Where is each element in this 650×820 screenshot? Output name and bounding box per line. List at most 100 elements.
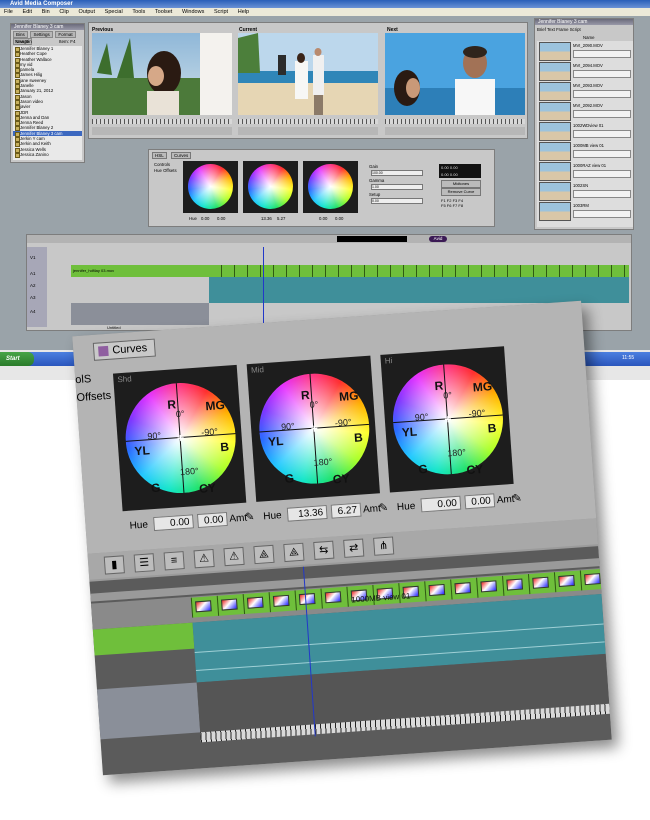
amount-value-field[interactable]: 6.27: [330, 502, 362, 519]
tab-hsl[interactable]: HSL: [152, 152, 167, 159]
menu-edit[interactable]: Edit: [23, 9, 32, 15]
splice-icon[interactable]: ⇆: [313, 540, 335, 560]
zoom-video-clip[interactable]: [242, 592, 271, 615]
clip-row[interactable]: MVI_2093.MOV: [537, 81, 633, 101]
clip-row[interactable]: 1002WDview 01: [537, 121, 633, 141]
playhead[interactable]: [263, 247, 264, 327]
clip-comment-field[interactable]: [573, 110, 631, 118]
wheel-crosshair-icon[interactable]: +: [443, 412, 454, 426]
zoom-video-clip[interactable]: [579, 568, 608, 591]
gain-slider[interactable]: 100.00: [371, 170, 423, 176]
wheel-crosshair-icon[interactable]: +: [175, 431, 186, 445]
trim-left-icon[interactable]: ⟁: [253, 544, 275, 565]
eyedropper-icon[interactable]: ✎: [245, 510, 255, 525]
timeline-toolbar[interactable]: [27, 235, 631, 243]
zoom-video-clip[interactable]: [190, 595, 219, 618]
menu-output[interactable]: Output: [78, 9, 95, 15]
clip-comment-field[interactable]: [573, 170, 631, 178]
menu-tools[interactable]: Tools: [132, 9, 145, 15]
zoom-color-wheel[interactable]: R MG YL B G CY 0° -90° 90° 180° +: [121, 379, 240, 497]
start-button[interactable]: Start: [0, 352, 34, 366]
small-shadow-color-wheel[interactable]: [188, 164, 233, 209]
cc-btn-f7[interactable]: F7: [453, 203, 458, 208]
hue-value-field[interactable]: 0.00: [153, 514, 194, 532]
clip-row[interactable]: 1002SN: [537, 181, 633, 201]
small-hi-color-wheel[interactable]: [308, 164, 353, 209]
segment-icon[interactable]: ⋔: [373, 536, 395, 556]
bin-item[interactable]: Jessica Zanino: [13, 152, 82, 159]
cc-hue-offsets[interactable]: Hue Offsets: [154, 168, 177, 173]
setup-slider[interactable]: 0.00: [371, 198, 423, 204]
tab-brief[interactable]: Brief: [537, 27, 546, 32]
zoom-video-clip[interactable]: [294, 588, 322, 611]
menu-file[interactable]: File: [4, 9, 13, 15]
monitor-current[interactable]: [238, 33, 378, 115]
cc-val-1[interactable]: 0.00: [201, 216, 209, 221]
zoom-video-clip[interactable]: [216, 594, 245, 616]
zoom-video-clip[interactable]: [476, 575, 504, 598]
tab-text[interactable]: Text: [547, 27, 555, 32]
menu-clip[interactable]: Clip: [59, 9, 68, 15]
list-icon[interactable]: ≡: [163, 551, 185, 571]
zoom-video-clip[interactable]: [502, 574, 530, 596]
menu-special[interactable]: Special: [105, 9, 123, 15]
tab-frame[interactable]: Frame: [556, 27, 568, 32]
gamma-slider[interactable]: 1.00: [371, 184, 423, 190]
tab-bins[interactable]: Bins: [13, 31, 28, 38]
pause-icon[interactable]: ▮: [103, 555, 125, 575]
clip-row[interactable]: 1003RM: [537, 201, 633, 221]
zoom-color-wheel[interactable]: R MG YL B G CY 0° -90° 90° 180° +: [255, 369, 374, 488]
menu-bin[interactable]: Bin: [42, 9, 50, 15]
track-a3[interactable]: A3: [30, 295, 36, 300]
clip-comment-field[interactable]: [573, 70, 631, 78]
previous-transport-controls[interactable]: [92, 127, 232, 135]
tab-curves[interactable]: Curves: [171, 152, 192, 159]
track-icon[interactable]: ☰: [133, 553, 155, 573]
tab-format[interactable]: Format: [55, 31, 76, 38]
track-a4[interactable]: A4: [30, 309, 36, 314]
overwrite-icon[interactable]: ⇄: [343, 538, 365, 558]
monitor-next[interactable]: [385, 33, 525, 115]
midtones-button[interactable]: Midtones: [441, 180, 481, 188]
current-position-bar[interactable]: [238, 119, 378, 124]
zoom-video-clip[interactable]: [268, 590, 296, 613]
menu-script[interactable]: Script: [214, 9, 228, 15]
trim-right-icon[interactable]: ⟁: [283, 542, 305, 563]
cc-val-4[interactable]: 5.27: [277, 216, 285, 221]
audio-track-clips[interactable]: [209, 277, 629, 303]
lift-icon[interactable]: ⚠: [193, 548, 215, 569]
menu-help[interactable]: Help: [238, 9, 249, 15]
zoom-video-clip[interactable]: [424, 579, 452, 602]
tab-script[interactable]: Script: [570, 27, 581, 32]
previous-position-bar[interactable]: [92, 119, 232, 124]
zoom-video-clip[interactable]: [553, 570, 582, 593]
cc-btn-f6[interactable]: F6: [447, 203, 452, 208]
eyedropper-icon[interactable]: ✎: [379, 501, 389, 516]
clip-comment-field[interactable]: [573, 150, 631, 158]
small-mid-color-wheel[interactable]: [248, 164, 293, 209]
clip-comment-field[interactable]: [573, 50, 631, 58]
video-clip[interactable]: jennifer_hdfilay 03.mov: [71, 265, 209, 277]
menu-windows[interactable]: Windows: [182, 9, 204, 15]
hue-value-field[interactable]: 0.00: [420, 495, 462, 513]
clip-comment-field[interactable]: [573, 90, 631, 98]
next-position-bar[interactable]: [385, 119, 525, 124]
tab-settings[interactable]: Settings: [30, 31, 53, 38]
clip-row[interactable]: MVI_2094.MOV: [537, 61, 633, 81]
clip-comment-field[interactable]: [573, 190, 631, 198]
hue-value-field[interactable]: 13.36: [286, 504, 328, 522]
monitor-previous[interactable]: [92, 33, 232, 115]
track-v1[interactable]: V1: [30, 255, 36, 260]
remove-curve-button[interactable]: Remove Curve: [441, 188, 481, 196]
track-a2[interactable]: A2: [30, 283, 36, 288]
clip-comment-field[interactable]: [573, 210, 631, 218]
amount-value-field[interactable]: 0.00: [464, 493, 496, 510]
zoom-side-tab-2[interactable]: Offsets: [76, 390, 111, 404]
cc-val-5[interactable]: 0.00: [319, 216, 327, 221]
clip-row[interactable]: MVI_2092.MOV: [537, 101, 633, 121]
menu-toolset[interactable]: Toolset: [155, 9, 172, 15]
extract-icon[interactable]: ⚠: [223, 546, 245, 567]
clip-comment-field[interactable]: [573, 130, 631, 138]
cc-btn-f8[interactable]: F8: [458, 203, 463, 208]
wheel-crosshair-icon[interactable]: +: [309, 421, 320, 435]
